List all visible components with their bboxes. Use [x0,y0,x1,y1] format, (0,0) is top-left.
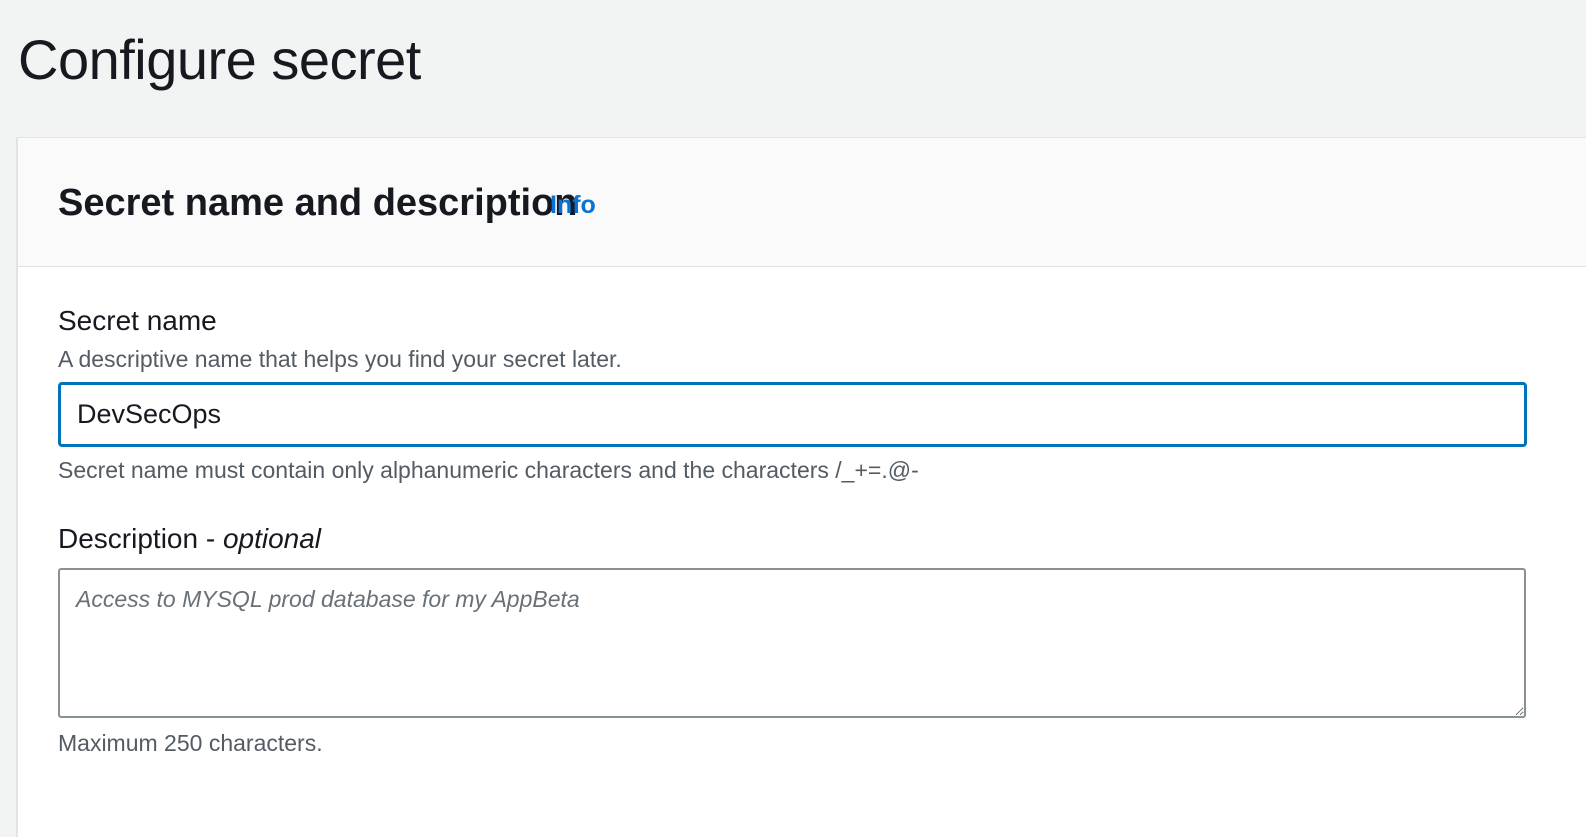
secret-name-label: Secret name [58,305,217,336]
optional-tag: optional [222,523,322,554]
secret-name-input[interactable] [58,382,1527,447]
description-label: Description - optional [58,522,321,556]
description-constraint: Maximum 250 characters. [58,730,323,756]
panel-header: Secret name and description Info [18,138,1586,267]
secret-details-panel: Secret name and description Info Secret … [16,137,1586,837]
description-textarea[interactable] [58,568,1526,718]
panel-title: Secret name and description [58,182,578,224]
secret-name-description: A descriptive name that helps you find y… [58,346,622,372]
page-title: Configure secret [18,28,421,91]
info-link[interactable]: Info [550,190,596,220]
secret-name-constraint: Secret name must contain only alphanumer… [58,457,919,483]
description-label-text: Description - [58,523,223,554]
